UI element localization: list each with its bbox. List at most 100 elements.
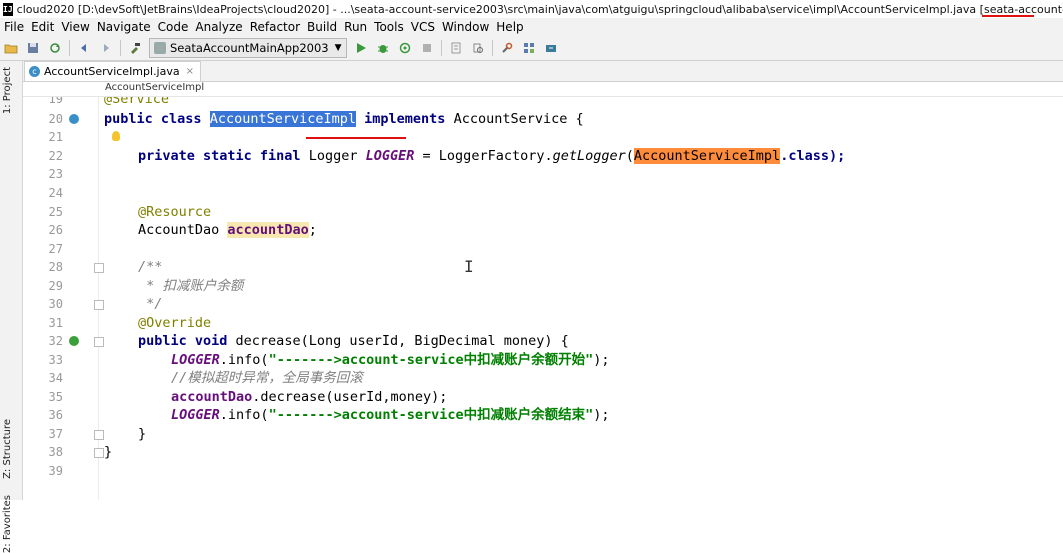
menu-vcs[interactable]: VCS [407, 20, 438, 34]
run-with-coverage-icon[interactable] [396, 39, 414, 57]
override-gutter-icon[interactable] [69, 336, 79, 346]
text-cursor-icon: I [464, 257, 474, 276]
line-number: 23 [48, 167, 63, 181]
forward-arrow-icon[interactable] [97, 39, 115, 57]
red-annotation-underline-title [982, 15, 1034, 17]
line-number: 38 [48, 445, 63, 459]
code-text: public class AccountServiceImpl implemen… [104, 111, 584, 127]
toolbar: SeataAccountMainApp2003 ▼ [0, 36, 1063, 61]
run-configuration-label: SeataAccountMainApp2003 [170, 41, 329, 55]
breadcrumb-item[interactable]: AccountServiceImpl [105, 82, 204, 93]
line-number: 32 [48, 334, 63, 348]
sync-icon[interactable] [46, 39, 64, 57]
code-line: 36 LOGGER.info("------->account-service中… [23, 406, 1063, 424]
menu-analyze[interactable]: Analyze [191, 20, 245, 34]
save-icon[interactable] [24, 39, 42, 57]
code-text: LOGGER.info("------->account-service中扣减账… [171, 352, 610, 368]
code-line: 25 @Resource [23, 203, 1063, 221]
title-bar: IJ cloud2020 [D:\devSoft\JetBrains\IdeaP… [0, 0, 1063, 18]
menu-build[interactable]: Build [303, 20, 340, 34]
open-folder-icon[interactable] [2, 39, 20, 57]
code-line: 21 [23, 128, 1063, 146]
line-number: 33 [48, 353, 63, 367]
highlighted-class-name: AccountServiceImpl [633, 148, 781, 164]
intention-bulb-icon[interactable] [112, 131, 120, 141]
code-text: //模拟超时异常，全局事务回滚 [171, 370, 363, 386]
menu-navigate[interactable]: Navigate [93, 20, 154, 34]
attach-debugger-icon[interactable] [447, 39, 465, 57]
code-text: * 扣减账户余额 [138, 278, 244, 294]
line-number: 37 [48, 427, 63, 441]
code-line: 38 } [23, 443, 1063, 461]
stop-icon[interactable] [418, 39, 436, 57]
menu-help[interactable]: Help [492, 20, 526, 34]
left-tool-stripe: 1: Project Z: Structure 2: Favorites [0, 61, 23, 553]
menu-bar: File Edit View Navigate Code Analyze Ref… [0, 18, 1063, 36]
editor-tab-bar: c AccountServiceImpl.java × [23, 61, 1063, 82]
line-number: 39 [48, 464, 63, 478]
menu-view[interactable]: View [57, 20, 92, 34]
code-text: private static final Logger LOGGER = Log… [138, 148, 846, 164]
menu-file[interactable]: File [0, 20, 27, 34]
code-text: /** [138, 259, 163, 275]
find-in-path-icon[interactable] [469, 39, 487, 57]
code-text: AccountDao accountDao; [138, 222, 317, 238]
code-line: 30 */ [23, 295, 1063, 313]
project-tool-tab[interactable]: 1: Project [2, 67, 13, 114]
code-line: 20 public class AccountServiceImpl imple… [23, 110, 1063, 128]
code-text: @Override [138, 315, 212, 331]
fold-icon[interactable] [94, 337, 104, 347]
toolbar-separator [491, 40, 493, 56]
fold-icon[interactable] [94, 430, 104, 440]
toolbar-separator [120, 40, 121, 56]
window-title: cloud2020 [D:\devSoft\JetBrains\IdeaProj… [16, 2, 1063, 16]
spring-boot-icon [154, 42, 166, 54]
run-configuration-select[interactable]: SeataAccountMainApp2003 ▼ [149, 38, 347, 58]
code-text: } [104, 444, 113, 460]
line-number: 24 [48, 186, 63, 200]
close-icon[interactable]: × [186, 66, 194, 77]
menu-run[interactable]: Run [340, 20, 370, 34]
fold-icon[interactable] [94, 448, 104, 458]
settings-wrench-icon[interactable] [498, 39, 516, 57]
menu-refactor[interactable]: Refactor [246, 20, 303, 34]
favorites-tool-tab[interactable]: 2: Favorites [2, 495, 13, 553]
build-hammer-icon[interactable] [126, 39, 144, 57]
menu-tools[interactable]: Tools [370, 20, 407, 34]
line-number: 28 [48, 260, 63, 274]
code-line: 33 LOGGER.info("------->account-service中… [23, 351, 1063, 369]
project-structure-icon[interactable] [520, 39, 538, 57]
sdk-download-icon[interactable] [542, 39, 560, 57]
structure-tool-tab[interactable]: Z: Structure [2, 419, 13, 479]
line-number: 36 [48, 408, 63, 422]
fold-icon[interactable] [94, 300, 104, 310]
menu-edit[interactable]: Edit [27, 20, 57, 34]
line-number: 22 [48, 149, 63, 163]
debug-icon[interactable] [374, 39, 392, 57]
menu-window[interactable]: Window [438, 20, 492, 34]
line-number: 26 [48, 223, 63, 237]
breadcrumb: AccountServiceImpl [23, 82, 1063, 97]
code-line: 34 //模拟超时异常，全局事务回滚 [23, 369, 1063, 387]
code-text: */ [138, 296, 163, 312]
line-number: 29 [48, 279, 63, 293]
fold-icon[interactable] [94, 263, 104, 273]
implements-gutter-icon[interactable] [69, 114, 79, 124]
line-number: 21 [48, 130, 63, 144]
back-arrow-icon[interactable] [75, 39, 93, 57]
code-line: 24 [23, 184, 1063, 202]
line-number: 19 [48, 97, 63, 106]
code-editor[interactable]: 19 @Service 20 public class AccountServi… [23, 97, 1063, 500]
line-number: 25 [48, 205, 63, 219]
run-icon[interactable] [352, 39, 370, 57]
line-number: 35 [48, 390, 63, 404]
line-number: 31 [48, 316, 63, 330]
line-number: 27 [48, 242, 63, 256]
code-line: 27 [23, 240, 1063, 258]
code-line: 28 /** [23, 258, 1063, 276]
code-line: 29 * 扣减账户余额 [23, 277, 1063, 295]
tab-accountserviceimpl[interactable]: c AccountServiceImpl.java × [24, 61, 201, 81]
code-line: 32 public void decrease(Long userId, Big… [23, 332, 1063, 350]
menu-code[interactable]: Code [154, 20, 192, 34]
line-number: 20 [48, 112, 63, 126]
